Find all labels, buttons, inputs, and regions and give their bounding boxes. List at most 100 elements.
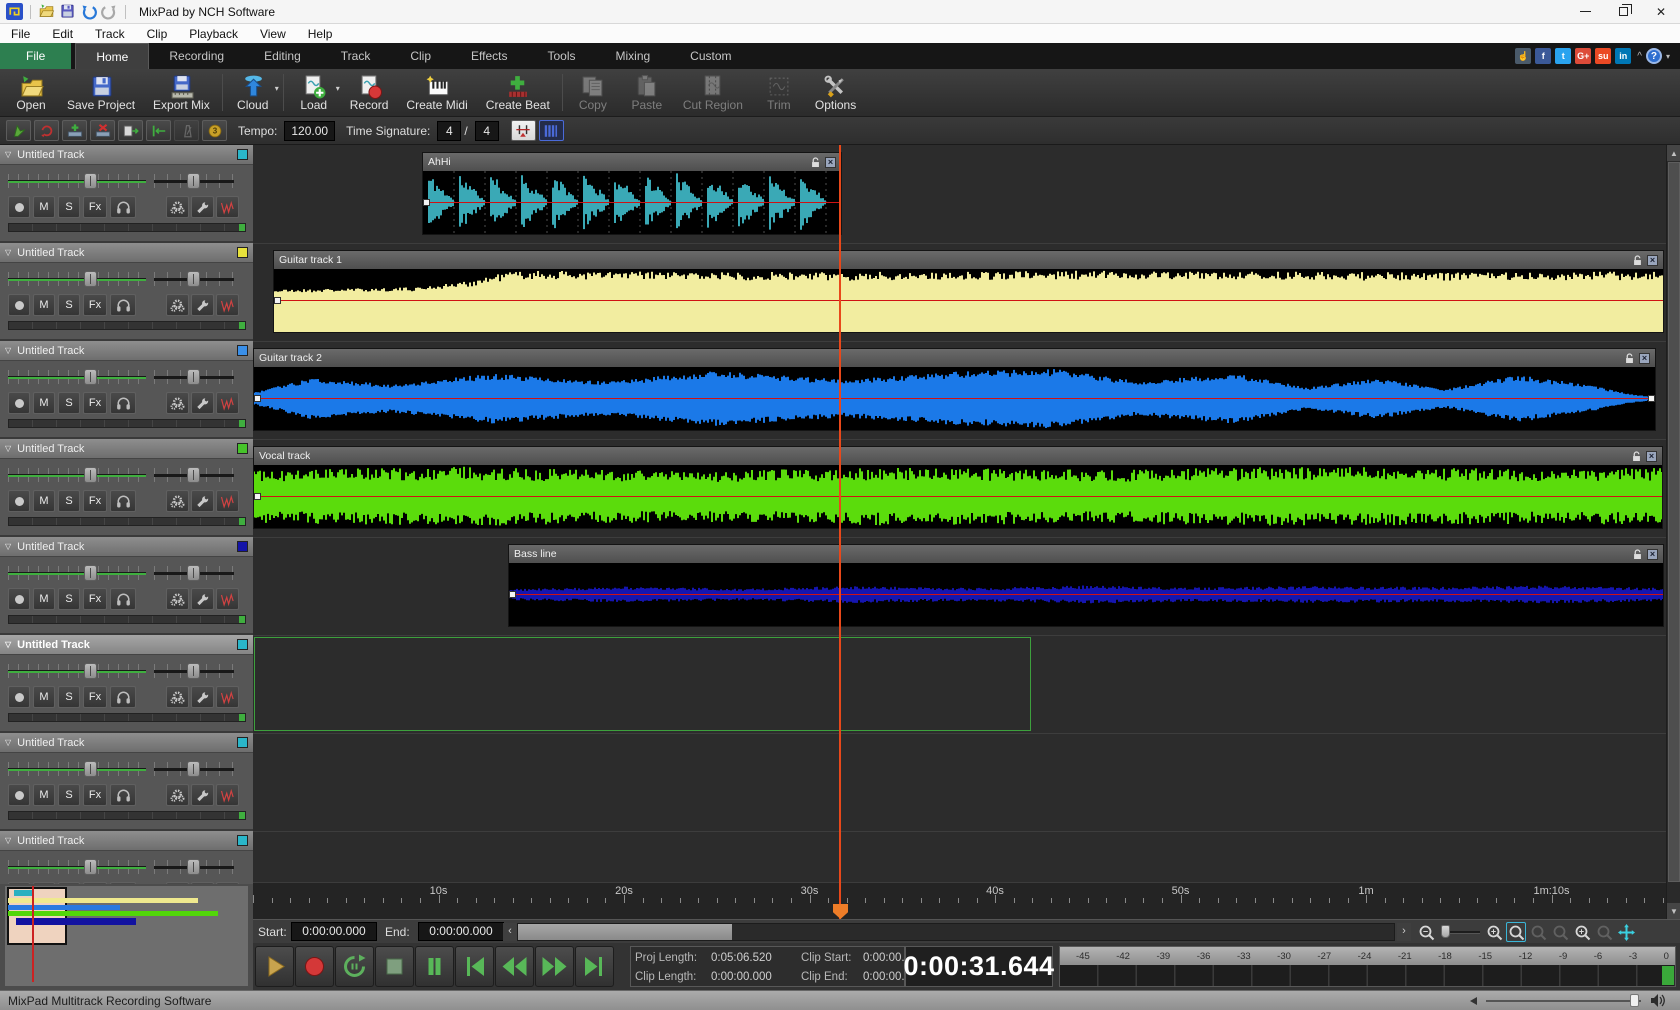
tab-track[interactable]: Track xyxy=(321,43,391,69)
scroll-left-icon[interactable]: ‹ xyxy=(503,923,517,941)
volume-slider[interactable] xyxy=(8,664,146,678)
effects-chain-icon[interactable] xyxy=(166,392,189,414)
pan-slider-handle[interactable] xyxy=(187,565,200,581)
pan-slider[interactable] xyxy=(154,860,234,874)
lock-icon[interactable] xyxy=(1632,451,1641,462)
create-midi-button[interactable]: Create Midi xyxy=(397,71,476,114)
pan-slider[interactable] xyxy=(154,664,234,678)
scroll-down-icon[interactable]: ▼ xyxy=(1667,903,1680,919)
arm-record-button[interactable] xyxy=(8,294,30,316)
dropdown-arrow-icon[interactable]: ▾ xyxy=(336,84,340,93)
like-icon[interactable]: ☝ xyxy=(1515,48,1531,64)
track-name[interactable]: Untitled Track xyxy=(17,541,84,553)
track-panel-2[interactable]: ▽ Untitled Track M S Fx xyxy=(0,243,253,341)
track-color-swatch[interactable] xyxy=(237,541,248,552)
mute-button[interactable]: M xyxy=(33,588,55,610)
zoom-project-icon[interactable]: + xyxy=(1572,922,1592,942)
save-quick-icon[interactable] xyxy=(59,3,76,20)
clip-header[interactable]: Bass line × xyxy=(509,545,1663,563)
volume-slider[interactable] xyxy=(8,370,146,384)
zoom-selection-icon[interactable] xyxy=(1506,922,1526,942)
audio-clip-ahhi[interactable]: AhHi × xyxy=(422,152,842,235)
arm-record-button[interactable] xyxy=(8,392,30,414)
zoom-out-icon[interactable]: − xyxy=(1416,922,1436,942)
clip-left-handle[interactable] xyxy=(509,591,516,598)
solo-button[interactable]: S xyxy=(58,196,80,218)
volume-slider-handle[interactable] xyxy=(84,369,97,385)
volume-slider-handle[interactable] xyxy=(84,663,97,679)
track-header[interactable]: ▽ Untitled Track xyxy=(0,145,253,165)
clip-right-handle[interactable] xyxy=(1648,395,1655,402)
track-name[interactable]: Untitled Track xyxy=(17,247,84,259)
volume-slider[interactable] xyxy=(8,860,146,874)
insert-clip-button[interactable] xyxy=(118,120,143,141)
scroll-right-icon[interactable]: › xyxy=(1397,923,1411,941)
fx-button[interactable]: Fx xyxy=(83,294,107,316)
wrench-settings-icon[interactable] xyxy=(191,392,214,414)
effects-chain-icon[interactable] xyxy=(166,784,189,806)
piano-roll-button[interactable] xyxy=(539,120,564,141)
rewind-button[interactable] xyxy=(495,946,534,987)
collapse-track-icon[interactable]: ▽ xyxy=(5,248,11,257)
clip-waveform-body[interactable] xyxy=(509,563,1663,626)
collapse-track-icon[interactable]: ▽ xyxy=(5,542,11,551)
headphones-monitor-button[interactable] xyxy=(110,490,136,512)
volume-slider-handle[interactable] xyxy=(84,761,97,777)
volume-slider-handle[interactable] xyxy=(84,173,97,189)
stop-button[interactable] xyxy=(375,946,414,987)
project-overview-map[interactable] xyxy=(5,886,248,986)
clip-header[interactable]: Vocal track × xyxy=(254,447,1662,465)
menu-playback[interactable]: Playback xyxy=(178,25,249,43)
track-color-swatch[interactable] xyxy=(237,639,248,650)
mute-button[interactable]: M xyxy=(33,490,55,512)
clip-header[interactable]: AhHi × xyxy=(423,153,841,171)
minimize-button[interactable] xyxy=(1566,0,1604,24)
track-header[interactable]: ▽ Untitled Track xyxy=(0,831,253,851)
add-track-button[interactable] xyxy=(62,120,87,141)
volume-slider-handle[interactable] xyxy=(84,271,97,287)
track-color-swatch[interactable] xyxy=(237,247,248,258)
volume-slider[interactable] xyxy=(1486,1000,1641,1002)
scroll-up-icon[interactable]: ▲ xyxy=(1667,145,1680,161)
solo-button[interactable]: S xyxy=(58,686,80,708)
close-clip-icon[interactable]: × xyxy=(1647,549,1658,560)
track-name[interactable]: Untitled Track xyxy=(17,639,90,651)
speaker-icon[interactable] xyxy=(1650,993,1666,1010)
wrench-settings-icon[interactable] xyxy=(191,784,214,806)
arm-record-button[interactable] xyxy=(8,784,30,806)
pan-slider[interactable] xyxy=(154,272,234,286)
track-panel-1[interactable]: ▽ Untitled Track M S Fx xyxy=(0,145,253,243)
wrench-settings-icon[interactable] xyxy=(191,294,214,316)
clip-waveform-body[interactable] xyxy=(274,269,1663,332)
menu-track[interactable]: Track xyxy=(84,25,136,43)
effects-chain-icon[interactable] xyxy=(166,588,189,610)
pan-slider-handle[interactable] xyxy=(187,761,200,777)
dropdown-arrow-icon[interactable]: ▾ xyxy=(275,84,279,93)
pan-slider[interactable] xyxy=(154,566,234,580)
play-button[interactable] xyxy=(255,946,294,987)
redo-icon[interactable] xyxy=(101,3,118,20)
pan-slider-handle[interactable] xyxy=(187,663,200,679)
clip-left-handle[interactable] xyxy=(254,493,261,500)
pause-button[interactable] xyxy=(415,946,454,987)
tab-editing[interactable]: Editing xyxy=(244,43,321,69)
track-color-swatch[interactable] xyxy=(237,443,248,454)
create-beat-button[interactable]: Create Beat xyxy=(477,71,559,114)
zoom-in-icon[interactable]: + xyxy=(1484,922,1504,942)
menu-clip[interactable]: Clip xyxy=(136,25,179,43)
fx-button[interactable]: Fx xyxy=(83,588,107,610)
clip-waveform-body[interactable] xyxy=(423,171,841,234)
loop-button[interactable] xyxy=(335,946,374,987)
waveform-automation-icon[interactable] xyxy=(216,490,239,512)
collapse-track-icon[interactable]: ▽ xyxy=(5,836,11,845)
solo-button[interactable]: S xyxy=(58,490,80,512)
track-panel-6[interactable]: ▽ Untitled Track M S Fx xyxy=(0,635,253,733)
volume-slider[interactable] xyxy=(8,272,146,286)
volume-slider[interactable] xyxy=(8,762,146,776)
track-panel-3[interactable]: ▽ Untitled Track M S Fx xyxy=(0,341,253,439)
audio-clip-vocal-track[interactable]: Vocal track × xyxy=(253,446,1663,529)
skip-to-end-button[interactable] xyxy=(575,946,614,987)
timeline-ruler[interactable]: 10s20s30s40s50s1m1m:10s xyxy=(253,882,1666,919)
pan-slider-handle[interactable] xyxy=(187,369,200,385)
collapse-track-icon[interactable]: ▽ xyxy=(5,150,11,159)
